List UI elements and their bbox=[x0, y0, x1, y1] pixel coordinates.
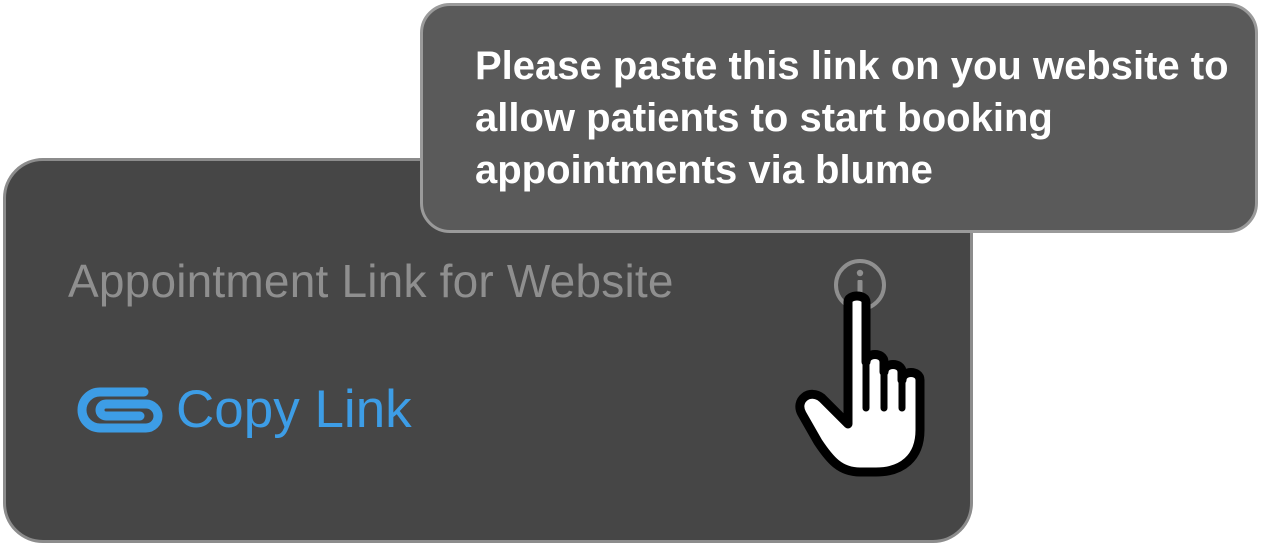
copy-link-label: Copy Link bbox=[176, 380, 412, 439]
info-tooltip: Please paste this link on you website to… bbox=[420, 3, 1258, 233]
card-title: Appointment Link for Website bbox=[68, 255, 674, 307]
copy-link-button[interactable]: Copy Link bbox=[74, 379, 412, 440]
paperclip-icon bbox=[77, 387, 163, 432]
pointing-hand-cursor-icon bbox=[795, 291, 925, 477]
tooltip-text: Please paste this link on you website to… bbox=[475, 44, 1229, 192]
stage: Appointment Link for Website Copy Link P… bbox=[0, 0, 1262, 547]
